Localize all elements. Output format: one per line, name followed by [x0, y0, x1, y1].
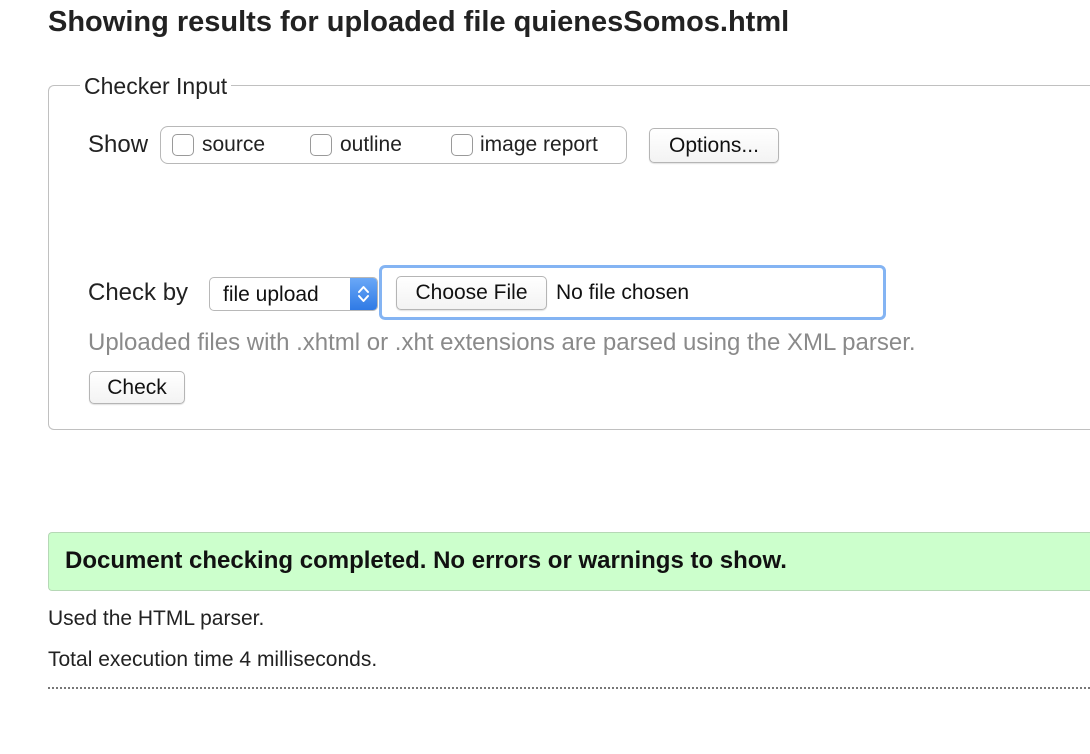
check-by-select-value: file upload [223, 283, 319, 306]
outline-checkbox[interactable] [310, 134, 332, 156]
choose-file-button[interactable]: Choose File [396, 276, 547, 310]
check-by-select[interactable]: file upload [209, 277, 378, 311]
check-by-label: Check by [88, 279, 189, 306]
dotted-divider [48, 687, 1090, 689]
file-status-text: No file chosen [556, 281, 690, 304]
page-title: Showing results for uploaded file quiene… [48, 6, 790, 38]
options-button[interactable]: Options... [649, 128, 779, 163]
success-message: Document checking completed. No errors o… [65, 547, 787, 574]
check-button[interactable]: Check [89, 371, 185, 404]
checker-input-legend: Checker Input [80, 73, 232, 100]
upload-hint-text: Uploaded files with .xhtml or .xht exten… [88, 329, 916, 356]
success-message-box: Document checking completed. No errors o… [48, 532, 1090, 591]
execution-time-text: Total execution time 4 milliseconds. [48, 648, 378, 671]
source-checkbox-label[interactable]: source [202, 133, 265, 157]
parser-info-text: Used the HTML parser. [48, 607, 265, 630]
outline-checkbox-label[interactable]: outline [340, 133, 402, 157]
chevron-up-down-icon [350, 278, 377, 310]
source-checkbox[interactable] [172, 134, 194, 156]
image-report-checkbox[interactable] [451, 134, 473, 156]
show-label: Show [88, 131, 149, 158]
validator-results-page: Showing results for uploaded file quiene… [0, 0, 1090, 754]
image-report-checkbox-label[interactable]: image report [480, 133, 598, 157]
